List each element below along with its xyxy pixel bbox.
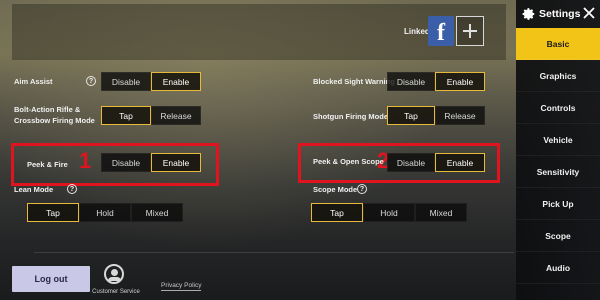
peek-scope-label: Peek & Open Scope: [313, 157, 384, 166]
peek-fire-label: Peek & Fire: [27, 160, 68, 169]
aim-assist-help-icon[interactable]: ?: [86, 76, 96, 86]
sidebar-item-graphics[interactable]: Graphics: [516, 60, 600, 92]
bolt-action-release-button[interactable]: Release: [151, 106, 201, 125]
bolt-action-label-line2: Crossbow Firing Mode: [14, 116, 95, 125]
shotgun-toggle: Tap Release: [387, 106, 485, 125]
sidebar-header: Settings: [516, 0, 600, 28]
lean-mode-label: Lean Mode: [14, 185, 54, 194]
settings-sidebar: Settings Basic Graphics Controls Vehicle…: [516, 0, 600, 300]
logout-button[interactable]: Log out: [12, 266, 90, 292]
lean-mode-selector: Tap Hold Mixed: [27, 203, 183, 222]
facebook-icon[interactable]: f: [428, 16, 454, 46]
bolt-action-tap-button[interactable]: Tap: [101, 106, 151, 125]
scope-mode-hold-button[interactable]: Hold: [363, 203, 415, 222]
aim-assist-enable-button[interactable]: Enable: [151, 72, 201, 91]
shotgun-tap-button[interactable]: Tap: [387, 106, 435, 125]
scope-mode-selector: Tap Hold Mixed: [311, 203, 467, 222]
customer-service-icon[interactable]: [104, 264, 124, 284]
aim-assist-disable-button[interactable]: Disable: [101, 72, 151, 91]
shotgun-label: Shotgun Firing Mode: [313, 112, 388, 121]
aim-assist-label: Aim Assist: [14, 77, 53, 86]
gear-icon: [522, 8, 535, 20]
blocked-sight-disable-button[interactable]: Disable: [387, 72, 435, 91]
sidebar-item-vehicle[interactable]: Vehicle: [516, 124, 600, 156]
sidebar-item-sensitivity[interactable]: Sensitivity: [516, 156, 600, 188]
peek-scope-toggle: Disable Enable: [387, 153, 485, 172]
lean-mode-help-icon[interactable]: ?: [67, 184, 77, 194]
sidebar-item-audio[interactable]: Audio: [516, 252, 600, 284]
peek-fire-enable-button[interactable]: Enable: [151, 153, 201, 172]
customer-service-label[interactable]: Customer Service: [90, 289, 142, 295]
sidebar-item-basic[interactable]: Basic: [516, 28, 600, 60]
scope-mode-label: Scope Mode: [313, 185, 358, 194]
peek-scope-disable-button[interactable]: Disable: [387, 153, 435, 172]
aim-assist-toggle: Disable Enable: [101, 72, 201, 91]
lean-mode-mixed-button[interactable]: Mixed: [131, 203, 183, 222]
peek-fire-disable-button[interactable]: Disable: [101, 153, 151, 172]
linked-label: Linked: [404, 27, 430, 36]
sidebar-item-scope[interactable]: Scope: [516, 220, 600, 252]
scope-mode-tap-button[interactable]: Tap: [311, 203, 363, 222]
highlight-number-1: 1: [79, 148, 92, 173]
privacy-policy-link[interactable]: Privacy Policy: [161, 282, 202, 291]
close-icon[interactable]: [582, 6, 596, 20]
shotgun-release-button[interactable]: Release: [435, 106, 485, 125]
blocked-sight-enable-button[interactable]: Enable: [435, 72, 485, 91]
bolt-action-label-line1: Bolt-Action Rifle &: [14, 105, 81, 114]
sidebar-item-pick-up[interactable]: Pick Up: [516, 188, 600, 220]
sidebar-item-controls[interactable]: Controls: [516, 92, 600, 124]
scope-mode-mixed-button[interactable]: Mixed: [415, 203, 467, 222]
peek-fire-toggle: Disable Enable: [101, 153, 201, 172]
blocked-sight-toggle: Disable Enable: [387, 72, 485, 91]
add-account-icon[interactable]: [456, 16, 484, 46]
lean-mode-tap-button[interactable]: Tap: [27, 203, 79, 222]
peek-scope-enable-button[interactable]: Enable: [435, 153, 485, 172]
section-divider: [34, 252, 514, 253]
blocked-sight-label: Blocked Sight Warning: [313, 77, 395, 86]
bolt-action-toggle: Tap Release: [101, 106, 201, 125]
sidebar-title: Settings: [539, 8, 581, 20]
scope-mode-help-icon[interactable]: ?: [357, 184, 367, 194]
lean-mode-hold-button[interactable]: Hold: [79, 203, 131, 222]
